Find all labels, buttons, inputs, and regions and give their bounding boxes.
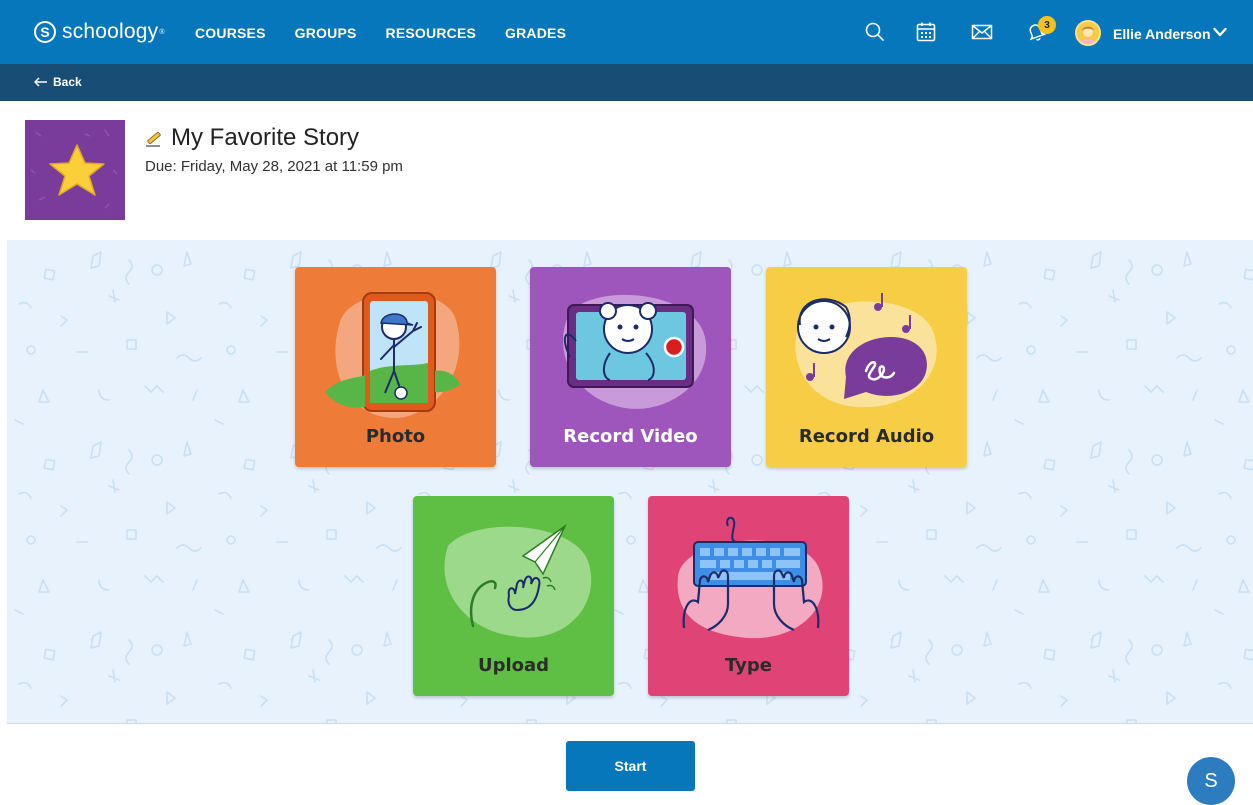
photo-label: Photo <box>365 426 426 447</box>
nav-resources[interactable]: RESOURCES <box>386 25 476 41</box>
main-nav-links: COURSES GROUPS RESOURCES GRADES <box>195 25 595 41</box>
type-option[interactable]: Type <box>648 496 849 696</box>
notification-badge: 3 <box>1038 16 1056 34</box>
nav-grades[interactable]: GRADES <box>505 25 566 41</box>
arrow-left-icon <box>34 77 47 87</box>
record-audio-option[interactable]: Record Audio <box>766 267 967 467</box>
search-icon[interactable] <box>863 20 887 44</box>
due-date: Due: Friday, May 28, 2021 at 11:59 pm <box>145 158 403 175</box>
mail-icon[interactable] <box>970 20 994 44</box>
assignment-thumbnail <box>25 120 125 220</box>
record-audio-label: Record Audio <box>798 426 935 447</box>
submission-options-area: Photo Record Video Record Audio Upload T… <box>7 240 1253 724</box>
avatar[interactable] <box>1075 20 1101 46</box>
user-name[interactable]: Ellie Anderson <box>1113 26 1211 42</box>
type-label: Type <box>725 655 772 676</box>
back-bar: Back <box>0 64 1253 101</box>
back-button[interactable]: Back <box>34 75 82 89</box>
page-title: My Favorite Story <box>171 124 360 151</box>
nav-groups[interactable]: GROUPS <box>295 25 357 41</box>
back-label: Back <box>53 75 82 89</box>
upload-option[interactable]: Upload <box>413 496 614 696</box>
logo-trademark: ® <box>159 28 165 36</box>
logo-text: schoology <box>62 20 159 43</box>
nav-courses[interactable]: COURSES <box>195 25 266 41</box>
upload-label: Upload <box>477 655 550 676</box>
start-button[interactable]: Start <box>566 741 695 791</box>
schoology-logo[interactable]: S schoology ® <box>34 20 165 44</box>
calendar-icon[interactable] <box>914 20 938 44</box>
chevron-down-icon[interactable] <box>1213 26 1227 38</box>
record-video-label: Record Video <box>563 426 698 447</box>
help-chat-button[interactable]: S <box>1187 757 1235 805</box>
photo-option[interactable]: Photo <box>295 267 496 467</box>
assignment-title-row: My Favorite Story <box>145 124 359 152</box>
record-video-option[interactable]: Record Video <box>530 267 731 467</box>
logo-mark: S <box>34 21 56 43</box>
pencil-icon <box>146 131 161 147</box>
top-nav: S schoology ® COURSES GROUPS RESOURCES G… <box>0 0 1253 64</box>
